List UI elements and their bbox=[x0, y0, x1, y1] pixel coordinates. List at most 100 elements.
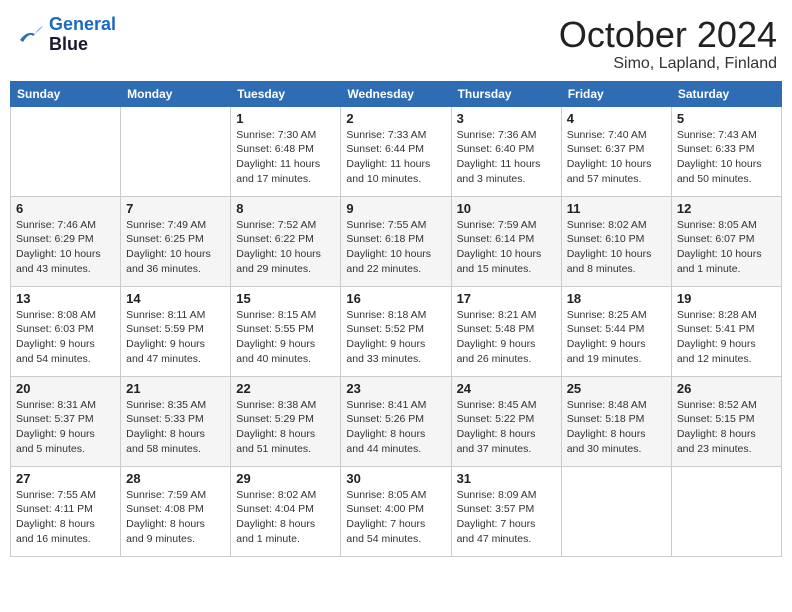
day-number: 2 bbox=[346, 111, 445, 126]
day-number: 9 bbox=[346, 201, 445, 216]
calendar-cell: 18Sunrise: 8:25 AM Sunset: 5:44 PM Dayli… bbox=[561, 286, 671, 376]
day-info: Sunrise: 8:05 AM Sunset: 4:00 PM Dayligh… bbox=[346, 488, 445, 547]
day-info: Sunrise: 7:49 AM Sunset: 6:25 PM Dayligh… bbox=[126, 218, 225, 277]
day-number: 21 bbox=[126, 381, 225, 396]
calendar-cell: 29Sunrise: 8:02 AM Sunset: 4:04 PM Dayli… bbox=[231, 466, 341, 556]
day-number: 17 bbox=[457, 291, 556, 306]
calendar-table: SundayMondayTuesdayWednesdayThursdayFrid… bbox=[10, 81, 782, 557]
day-number: 22 bbox=[236, 381, 335, 396]
day-info: Sunrise: 8:45 AM Sunset: 5:22 PM Dayligh… bbox=[457, 398, 556, 457]
day-number: 15 bbox=[236, 291, 335, 306]
calendar-cell: 20Sunrise: 8:31 AM Sunset: 5:37 PM Dayli… bbox=[11, 376, 121, 466]
day-number: 26 bbox=[677, 381, 776, 396]
day-number: 4 bbox=[567, 111, 666, 126]
calendar-cell: 25Sunrise: 8:48 AM Sunset: 5:18 PM Dayli… bbox=[561, 376, 671, 466]
day-number: 20 bbox=[16, 381, 115, 396]
calendar-week-row: 20Sunrise: 8:31 AM Sunset: 5:37 PM Dayli… bbox=[11, 376, 782, 466]
calendar-week-row: 13 Sunrise: 8:08 AM Sunset: 6:03 PM Dayli… bbox=[11, 286, 782, 376]
logo-text: GeneralBlue bbox=[49, 15, 116, 55]
day-info: Sunrise: 8:52 AM Sunset: 5:15 PM Dayligh… bbox=[677, 398, 776, 457]
title-block: October 2024 Simo, Lapland, Finland bbox=[559, 15, 777, 73]
day-info: Sunrise: 7:33 AM Sunset: 6:44 PM Dayligh… bbox=[346, 128, 445, 187]
day-number: 23 bbox=[346, 381, 445, 396]
calendar-cell: 17 Sunrise: 8:21 AM Sunset: 5:48 PM Dayli… bbox=[451, 286, 561, 376]
day-info: Sunrise: 7:46 AM Sunset: 6:29 PM Dayligh… bbox=[16, 218, 115, 277]
day-number: 14 bbox=[126, 291, 225, 306]
day-info: Sunrise: 8:02 AM Sunset: 4:04 PM Dayligh… bbox=[236, 488, 335, 547]
day-number: 27 bbox=[16, 471, 115, 486]
day-info: Sunrise: 8:38 AM Sunset: 5:29 PM Dayligh… bbox=[236, 398, 335, 457]
calendar-cell: 5Sunrise: 7:43 AM Sunset: 6:33 PM Daylig… bbox=[671, 106, 781, 196]
day-number: 10 bbox=[457, 201, 556, 216]
calendar-cell: 21 Sunrise: 8:35 AM Sunset: 5:33 PM Dayli… bbox=[121, 376, 231, 466]
calendar-cell: 12Sunrise: 8:05 AM Sunset: 6:07 PM Dayli… bbox=[671, 196, 781, 286]
day-info: Sunrise: 7:55 AM Sunset: 6:18 PM Dayligh… bbox=[346, 218, 445, 277]
calendar-cell: 11 Sunrise: 8:02 AM Sunset: 6:10 PM Dayli… bbox=[561, 196, 671, 286]
weekday-header-tuesday: Tuesday bbox=[231, 81, 341, 106]
day-number: 3 bbox=[457, 111, 556, 126]
day-number: 19 bbox=[677, 291, 776, 306]
calendar-cell: 23 Sunrise: 8:41 AM Sunset: 5:26 PM Dayli… bbox=[341, 376, 451, 466]
calendar-cell: 15 Sunrise: 8:15 AM Sunset: 5:55 PM Dayli… bbox=[231, 286, 341, 376]
day-info: Sunrise: 8:28 AM Sunset: 5:41 PM Dayligh… bbox=[677, 308, 776, 367]
day-info: Sunrise: 7:59 AM Sunset: 6:14 PM Dayligh… bbox=[457, 218, 556, 277]
day-number: 6 bbox=[16, 201, 115, 216]
day-info: Sunrise: 8:41 AM Sunset: 5:26 PM Dayligh… bbox=[346, 398, 445, 457]
logo: GeneralBlue bbox=[15, 15, 116, 55]
day-number: 31 bbox=[457, 471, 556, 486]
day-info: Sunrise: 8:08 AM Sunset: 6:03 PM Dayligh… bbox=[16, 308, 115, 367]
calendar-cell: 6 Sunrise: 7:46 AM Sunset: 6:29 PM Daylig… bbox=[11, 196, 121, 286]
day-info: Sunrise: 8:02 AM Sunset: 6:10 PM Dayligh… bbox=[567, 218, 666, 277]
day-number: 1 bbox=[236, 111, 335, 126]
calendar-cell: 16 Sunrise: 8:18 AM Sunset: 5:52 PM Dayli… bbox=[341, 286, 451, 376]
day-info: Sunrise: 7:40 AM Sunset: 6:37 PM Dayligh… bbox=[567, 128, 666, 187]
calendar-week-row: 27 Sunrise: 7:55 AM Sunset: 4:11 PM Dayli… bbox=[11, 466, 782, 556]
calendar-cell bbox=[671, 466, 781, 556]
day-info: Sunrise: 7:30 AM Sunset: 6:48 PM Dayligh… bbox=[236, 128, 335, 187]
calendar-cell: 10 Sunrise: 7:59 AM Sunset: 6:14 PM Dayli… bbox=[451, 196, 561, 286]
day-number: 13 bbox=[16, 291, 115, 306]
calendar-cell: 14 Sunrise: 8:11 AM Sunset: 5:59 PM Dayli… bbox=[121, 286, 231, 376]
day-info: Sunrise: 7:55 AM Sunset: 4:11 PM Dayligh… bbox=[16, 488, 115, 547]
calendar-cell: 3 Sunrise: 7:36 AM Sunset: 6:40 PM Daylig… bbox=[451, 106, 561, 196]
day-info: Sunrise: 7:52 AM Sunset: 6:22 PM Dayligh… bbox=[236, 218, 335, 277]
calendar-cell: 22 Sunrise: 8:38 AM Sunset: 5:29 PM Dayli… bbox=[231, 376, 341, 466]
calendar-cell: 31Sunrise: 8:09 AM Sunset: 3:57 PM Dayli… bbox=[451, 466, 561, 556]
day-number: 18 bbox=[567, 291, 666, 306]
weekday-header-thursday: Thursday bbox=[451, 81, 561, 106]
day-number: 25 bbox=[567, 381, 666, 396]
calendar-cell: 4 Sunrise: 7:40 AM Sunset: 6:37 PM Daylig… bbox=[561, 106, 671, 196]
weekday-header-saturday: Saturday bbox=[671, 81, 781, 106]
calendar-cell: 2 Sunrise: 7:33 AM Sunset: 6:44 PM Daylig… bbox=[341, 106, 451, 196]
day-number: 8 bbox=[236, 201, 335, 216]
calendar-cell: 27 Sunrise: 7:55 AM Sunset: 4:11 PM Dayli… bbox=[11, 466, 121, 556]
calendar-cell: 19 Sunrise: 8:28 AM Sunset: 5:41 PM Dayli… bbox=[671, 286, 781, 376]
month-title: October 2024 bbox=[559, 15, 777, 55]
day-number: 11 bbox=[567, 201, 666, 216]
weekday-header-friday: Friday bbox=[561, 81, 671, 106]
day-info: Sunrise: 7:43 AM Sunset: 6:33 PM Dayligh… bbox=[677, 128, 776, 187]
day-info: Sunrise: 7:59 AM Sunset: 4:08 PM Dayligh… bbox=[126, 488, 225, 547]
day-info: Sunrise: 8:21 AM Sunset: 5:48 PM Dayligh… bbox=[457, 308, 556, 367]
day-info: Sunrise: 8:15 AM Sunset: 5:55 PM Dayligh… bbox=[236, 308, 335, 367]
calendar-cell: 7Sunrise: 7:49 AM Sunset: 6:25 PM Daylig… bbox=[121, 196, 231, 286]
day-info: Sunrise: 8:05 AM Sunset: 6:07 PM Dayligh… bbox=[677, 218, 776, 277]
page-header: GeneralBlue October 2024 Simo, Lapland, … bbox=[10, 10, 782, 73]
day-info: Sunrise: 7:36 AM Sunset: 6:40 PM Dayligh… bbox=[457, 128, 556, 187]
day-info: Sunrise: 8:11 AM Sunset: 5:59 PM Dayligh… bbox=[126, 308, 225, 367]
day-info: Sunrise: 8:35 AM Sunset: 5:33 PM Dayligh… bbox=[126, 398, 225, 457]
calendar-header-row: SundayMondayTuesdayWednesdayThursdayFrid… bbox=[11, 81, 782, 106]
calendar-week-row: 6 Sunrise: 7:46 AM Sunset: 6:29 PM Daylig… bbox=[11, 196, 782, 286]
calendar-week-row: 1 Sunrise: 7:30 AM Sunset: 6:48 PM Daylig… bbox=[11, 106, 782, 196]
day-info: Sunrise: 8:18 AM Sunset: 5:52 PM Dayligh… bbox=[346, 308, 445, 367]
logo-icon bbox=[15, 22, 45, 47]
weekday-header-sunday: Sunday bbox=[11, 81, 121, 106]
calendar-cell: 30 Sunrise: 8:05 AM Sunset: 4:00 PM Dayli… bbox=[341, 466, 451, 556]
calendar-cell bbox=[561, 466, 671, 556]
calendar-cell: 24Sunrise: 8:45 AM Sunset: 5:22 PM Dayli… bbox=[451, 376, 561, 466]
day-number: 30 bbox=[346, 471, 445, 486]
calendar-cell: 26 Sunrise: 8:52 AM Sunset: 5:15 PM Dayli… bbox=[671, 376, 781, 466]
calendar-cell: 1 Sunrise: 7:30 AM Sunset: 6:48 PM Daylig… bbox=[231, 106, 341, 196]
day-number: 16 bbox=[346, 291, 445, 306]
location-subtitle: Simo, Lapland, Finland bbox=[559, 55, 777, 73]
